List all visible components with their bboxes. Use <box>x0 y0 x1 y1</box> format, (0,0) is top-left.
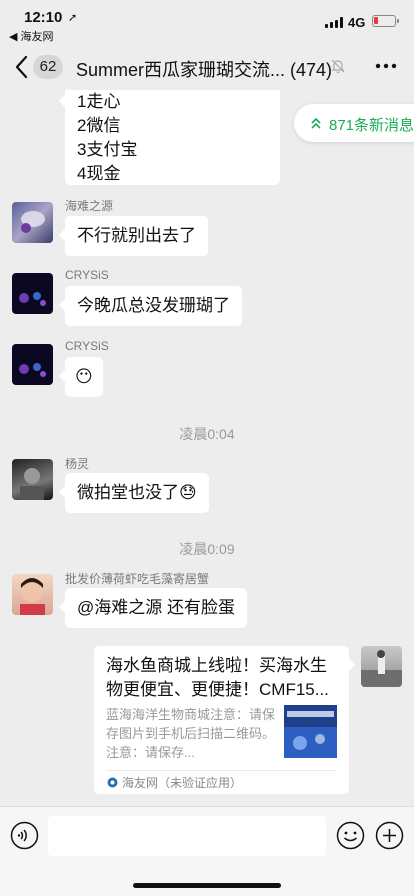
nav-bar: 62 Summer西瓜家珊瑚交流... (474) <box>0 44 414 90</box>
new-messages-label: 871条新消息 <box>329 117 414 134</box>
signal-icon <box>325 17 345 28</box>
avatar[interactable] <box>12 273 53 314</box>
link-card-source: 海友网（未验证应用） <box>122 776 243 790</box>
divider <box>106 770 337 771</box>
new-messages-button[interactable]: 871条新消息 <box>294 104 414 142</box>
link-card[interactable]: 海水鱼商城上线啦！买海水生物更便宜、更便捷！CMF15... 蓝海海洋生物商城注… <box>94 646 355 794</box>
sender-name: 杨灵 <box>65 457 90 471</box>
status-bar: 12:10 ➚ ◀ 海友网 4G <box>0 0 414 44</box>
message-bubble[interactable]: 微拍堂也没了😓 <box>59 473 209 513</box>
back-to-app-link[interactable]: ◀ 海友网 <box>9 28 54 44</box>
message-bubble[interactable]: 😶 <box>59 357 103 397</box>
sender-name: CRYSiS <box>65 268 109 282</box>
message-bubble[interactable]: 不行就别出去了 <box>59 216 208 256</box>
bell-muted-icon <box>331 59 345 74</box>
network-type: 4G <box>348 15 366 30</box>
more-dots-icon[interactable] <box>374 58 398 74</box>
back-chevron-icon[interactable] <box>12 54 32 80</box>
chat-title: Summer西瓜家珊瑚交流... (474) <box>76 60 333 80</box>
link-card-description: 蓝海海洋生物商城注意：请保存图片到手机后扫描二维码。注意：请保存... <box>106 707 276 760</box>
sender-name: 海难之源 <box>65 199 114 213</box>
input-bar <box>0 806 414 896</box>
app-source-icon <box>107 777 118 788</box>
avatar[interactable] <box>12 459 53 500</box>
my-avatar[interactable] <box>361 646 402 687</box>
battery-icon <box>372 15 399 27</box>
voice-icon[interactable] <box>10 821 39 850</box>
plus-icon[interactable] <box>375 821 404 850</box>
status-time: 12:10 <box>24 9 63 26</box>
list-line: 3支付宝 <box>77 140 138 159</box>
list-line: 2微信 <box>77 116 121 135</box>
time-separator: 凌晨0:09 <box>179 541 235 557</box>
chat-area[interactable]: 1走心 2微信 3支付宝 4现金 871条新消息 海难之源 不行就别出去了 CR… <box>0 90 414 806</box>
message-input[interactable] <box>48 816 326 856</box>
unread-count-badge[interactable]: 62 <box>33 55 63 79</box>
avatar[interactable] <box>12 202 53 243</box>
list-line: 4现金 <box>77 164 121 183</box>
emoji-icon[interactable] <box>336 821 365 850</box>
home-indicator <box>133 883 281 888</box>
message-bubble[interactable]: 今晚瓜总没发珊瑚了 <box>59 286 242 326</box>
message-bubble[interactable]: @海难之源 还有脸蛋 <box>59 588 247 628</box>
avatar[interactable] <box>12 574 53 615</box>
location-arrow-icon: ➚ <box>68 12 78 24</box>
message-bubble[interactable]: 1走心 2微信 3支付宝 4现金 <box>59 90 280 185</box>
list-line: 1走心 <box>77 92 121 111</box>
time-separator: 凌晨0:04 <box>179 426 235 442</box>
link-card-thumbnail <box>284 705 337 758</box>
sender-name: 批发价薄荷虾吃毛藻寄居蟹 <box>65 572 210 586</box>
double-chevron-up-icon <box>311 117 321 129</box>
avatar[interactable] <box>12 344 53 385</box>
sender-name: CRYSiS <box>65 339 109 353</box>
link-card-title: 海水鱼商城上线啦！买海水生物更便宜、更便捷！CMF15... <box>106 656 329 699</box>
